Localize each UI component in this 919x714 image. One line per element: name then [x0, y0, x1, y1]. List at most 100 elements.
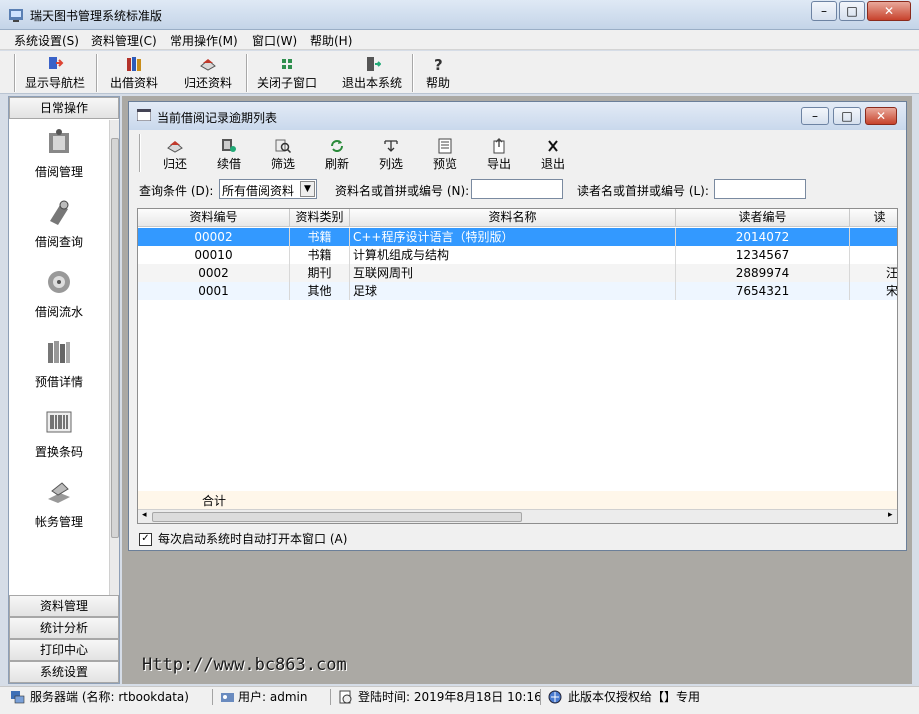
filter-button[interactable]: 筛选 — [259, 136, 307, 176]
renew-button[interactable]: 续借 — [205, 136, 253, 176]
status-separator — [540, 689, 541, 705]
toolbar-separator — [246, 54, 248, 92]
nav-item-reserve-detail[interactable]: 预借详情 — [9, 337, 109, 405]
lend-label: 出借资料 — [109, 76, 158, 90]
exit-child-button[interactable]: 退出 — [529, 136, 577, 176]
borrow-flow-icon — [48, 271, 70, 293]
return-book-button[interactable]: 归还 — [151, 136, 199, 176]
reserve-books-icon — [48, 341, 70, 363]
nav-header-settings[interactable]: 系统设置 — [9, 661, 119, 683]
grid-scrollbar-thumb[interactable] — [152, 512, 522, 522]
reader-search-input[interactable] — [714, 179, 806, 199]
nav-header-stats[interactable]: 统计分析 — [9, 617, 119, 639]
column-header[interactable]: 资料名称 — [350, 209, 676, 227]
grid-horizontal-scrollbar[interactable]: ◂ ▸ — [138, 509, 897, 523]
print-preview-icon — [438, 138, 452, 154]
login-time-icon — [339, 690, 352, 704]
menu-help[interactable]: 帮助(H) — [310, 32, 352, 49]
scroll-left-icon[interactable]: ◂ — [142, 510, 147, 520]
cell-reader — [850, 246, 897, 264]
refresh-button[interactable]: 刷新 — [313, 136, 361, 176]
nav-item-barcode[interactable]: 置换条码 — [9, 407, 109, 475]
help-icon: ? — [434, 56, 443, 72]
cell-item-id: 0001 — [138, 282, 290, 300]
renew-icon — [222, 139, 236, 152]
exit-x-icon — [548, 140, 558, 152]
overdue-list-window: 当前借阅记录逾期列表 – □ ✕ 归还 续借 筛选 刷新 列选 预览 导出 退出… — [128, 101, 907, 551]
column-header[interactable]: 资料编号 — [138, 209, 290, 227]
cell-reader: 汪 — [850, 264, 897, 282]
column-select-button[interactable]: 列选 — [367, 136, 415, 176]
nav-scrollbar-thumb[interactable] — [111, 138, 119, 538]
borrow-manage-icon — [49, 129, 69, 153]
nav-item-borrow-flow[interactable]: 借阅流水 — [9, 267, 109, 335]
login-time: 登陆时间: 2019年8月18日 10:16 — [358, 690, 542, 704]
cell-reader-id: 1234567 — [676, 246, 850, 264]
auto-open-option[interactable]: ✓ 每次启动系统时自动打开本窗口 (A) — [139, 530, 539, 546]
item-search-input[interactable] — [471, 179, 563, 199]
close-button[interactable]: ✕ — [867, 1, 911, 21]
menu-window[interactable]: 窗口(W) — [252, 32, 297, 49]
cell-reader: 宋 — [850, 282, 897, 300]
minimize-button[interactable]: – — [811, 1, 837, 21]
nav-item-label: 借阅查询 — [34, 235, 83, 249]
export-label: 导出 — [486, 157, 511, 171]
help-button[interactable]: ? 帮助 — [420, 53, 456, 93]
return-button[interactable]: 归还资料 — [178, 53, 238, 93]
user-icon — [221, 693, 234, 702]
child-maximize-button[interactable]: □ — [833, 107, 861, 125]
condition-select[interactable]: 所有借阅资料 ▼ — [219, 179, 317, 199]
preview-label: 预览 — [432, 157, 457, 171]
cell-item-name: 足球 — [350, 282, 676, 300]
auto-open-checkbox[interactable]: ✓ — [139, 533, 152, 546]
nav-item-borrow-query[interactable]: 借阅查询 — [9, 197, 109, 265]
condition-value: 所有借阅资料 — [222, 184, 295, 198]
exit-child-label: 退出 — [540, 157, 565, 171]
filter-search-icon — [275, 139, 292, 154]
close-child-button[interactable]: 关闭子窗口 — [254, 53, 320, 93]
column-header[interactable]: 读 — [850, 209, 897, 227]
nav-header-data[interactable]: 资料管理 — [9, 595, 119, 617]
nav-header-daily[interactable]: 日常操作 — [9, 97, 119, 119]
menu-system[interactable]: 系统设置(S) — [14, 32, 79, 49]
menu-bar: 系统设置(S) 资料管理(C) 常用操作(M) 窗口(W) 帮助(H) — [0, 30, 919, 50]
table-row[interactable]: 0001 其他 足球 7654321 宋 — [138, 282, 897, 300]
maximize-button[interactable]: □ — [839, 1, 865, 21]
cell-item-name: 计算机组成与结构 — [350, 246, 676, 264]
dropdown-arrow-icon[interactable]: ▼ — [300, 181, 315, 197]
column-header[interactable]: 读者编号 — [676, 209, 850, 227]
nav-header-print[interactable]: 打印中心 — [9, 639, 119, 661]
close-child-label: 关闭子窗口 — [256, 76, 317, 90]
accounts-icon — [48, 482, 70, 503]
column-header[interactable]: 资料类别 — [290, 209, 350, 227]
books-icon — [127, 57, 141, 71]
child-minimize-button[interactable]: – — [801, 107, 829, 125]
lend-button[interactable]: 出借资料 — [104, 53, 164, 93]
export-button[interactable]: 导出 — [475, 136, 523, 176]
cell-item-id: 00010 — [138, 246, 290, 264]
table-row[interactable]: 00002 书籍 C++程序设计语言（特别版） 2014072 — [138, 228, 897, 246]
auto-open-label: 每次启动系统时自动打开本窗口 (A) — [158, 532, 348, 546]
nav-scrollbar[interactable] — [109, 120, 119, 595]
preview-button[interactable]: 预览 — [421, 136, 469, 176]
nav-item-accounts[interactable]: 帐务管理 — [9, 477, 109, 545]
child-close-button[interactable]: ✕ — [865, 107, 897, 125]
show-navbar-button[interactable]: 显示导航栏 — [22, 53, 88, 93]
table-row[interactable]: 0002 期刊 互联网周刊 2889974 汪 — [138, 264, 897, 282]
toolbar-separator — [14, 54, 16, 92]
cell-category: 书籍 — [290, 246, 350, 264]
table-row[interactable]: 00010 书籍 计算机组成与结构 1234567 — [138, 246, 897, 264]
exit-system-button[interactable]: 退出本系统 — [338, 53, 406, 93]
cell-category: 其他 — [290, 282, 350, 300]
menu-data[interactable]: 资料管理(C) — [91, 32, 157, 49]
barcode-icon — [46, 411, 72, 433]
cell-category: 期刊 — [290, 264, 350, 282]
filter-label: 筛选 — [270, 157, 295, 171]
toolbar-separator — [139, 134, 141, 172]
nav-item-label: 借阅管理 — [34, 165, 83, 179]
status-separator — [212, 689, 213, 705]
user-status: 用户: admin — [238, 690, 308, 704]
scroll-right-icon[interactable]: ▸ — [888, 510, 893, 520]
nav-item-borrow-manage[interactable]: 借阅管理 — [9, 127, 109, 195]
menu-common[interactable]: 常用操作(M) — [170, 32, 238, 49]
